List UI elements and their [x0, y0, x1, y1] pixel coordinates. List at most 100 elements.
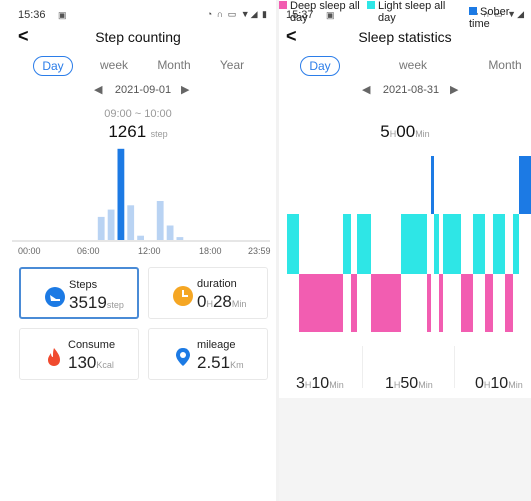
legend-light-sleep: Light sleep all day	[367, 0, 450, 24]
date-navigator: ◀ 2021-08-31 ▶	[279, 83, 531, 99]
sleep-segment-light-9	[434, 214, 439, 274]
duration-minutes-unit: Min	[231, 299, 247, 309]
light-minutes-unit: Min	[418, 380, 433, 390]
mileage-unit: Km	[230, 360, 244, 370]
consume-label: Consume	[68, 339, 116, 351]
sleep-segment-deep-10	[439, 274, 443, 332]
sleep-segment-light-6	[401, 214, 427, 274]
sleep-segment-deep-1	[299, 274, 343, 332]
total-sleep-hours: 5	[380, 122, 390, 141]
legend-sober: Sober time	[469, 6, 531, 30]
period-tabs: Day week Month	[279, 56, 531, 76]
steps-bar-chart[interactable]	[0, 140, 276, 252]
step-counting-screen: 15:36 ▣ ◔ ∩ ▭ ▼◢ ▮ < Step counting Day w…	[0, 0, 276, 501]
tab-year[interactable]: Year	[214, 56, 250, 76]
selected-steps-unit: step	[150, 129, 168, 139]
step-bar-hour-7[interactable]	[97, 216, 105, 240]
clock-icon	[173, 286, 193, 306]
mileage-value: 2.51Km	[197, 353, 244, 373]
page-title: Step counting	[95, 29, 181, 45]
sleep-segment-deep-12	[461, 274, 473, 332]
date-navigator: ◀ 2021-09-01 ▶	[0, 83, 276, 99]
mileage-label: mileage	[197, 339, 236, 351]
step-bar-hour-8[interactable]	[107, 209, 115, 240]
x-tick-1200: 12:00	[138, 246, 161, 256]
duration-value: 0H28Min	[197, 292, 246, 312]
x-tick-2359: 23:59	[248, 246, 271, 256]
tab-month[interactable]: Month	[154, 56, 194, 76]
consume-number: 130	[68, 353, 97, 372]
page-title: Sleep statistics	[358, 29, 452, 45]
sleep-segment-deep-14	[485, 274, 493, 332]
prev-date-icon[interactable]: ◀	[362, 83, 370, 96]
steps-value: 3519step	[69, 293, 124, 313]
selected-hour-steps: 1261 step	[0, 122, 276, 142]
total-sleep-minutes-unit: Min	[415, 129, 430, 139]
legend-light-label: Light sleep all day	[378, 0, 446, 24]
x-tick-0600: 06:00	[77, 246, 100, 256]
consume-value: 130Kcal	[68, 353, 114, 373]
deep-sleep-swatch	[279, 1, 287, 9]
sleep-segment-light-2	[343, 214, 351, 274]
x-tick-1800: 18:00	[199, 246, 222, 256]
step-bar-hour-9[interactable]	[117, 148, 125, 240]
consume-card[interactable]: Consume 130Kcal	[19, 328, 139, 380]
status-time: 15:36	[18, 9, 46, 21]
next-date-icon[interactable]: ▶	[181, 83, 189, 96]
total-sleep-minutes: 00	[396, 122, 416, 141]
next-date-icon[interactable]: ▶	[450, 83, 458, 96]
tab-month[interactable]: Month	[485, 56, 525, 76]
sleep-segment-light-11	[443, 214, 461, 274]
prev-date-icon[interactable]: ◀	[94, 83, 102, 96]
steps-card[interactable]: Steps 3519step	[19, 267, 139, 319]
current-date: 2021-09-01	[114, 84, 172, 96]
current-date: 2021-08-31	[382, 84, 440, 96]
legend-deep-label: Deep sleep all day	[290, 0, 360, 24]
light-hours: 1	[385, 375, 394, 392]
light-sleep-swatch	[367, 1, 375, 9]
duration-label: duration	[197, 278, 237, 290]
deep-sleep-duration: 3H10Min	[296, 375, 344, 393]
light-sleep-duration: 1H50Min	[385, 375, 433, 393]
sleep-segment-sober-8	[431, 156, 434, 214]
consume-unit: Kcal	[96, 360, 114, 370]
step-bar-hour-10[interactable]	[127, 205, 135, 240]
sleep-segment-deep-3	[351, 274, 357, 332]
tab-day[interactable]: Day	[300, 56, 340, 76]
sober-hours: 0	[475, 375, 484, 392]
x-tick-0000: 00:00	[18, 246, 41, 256]
duration-card[interactable]: duration 0H28Min	[148, 267, 268, 319]
tab-week[interactable]: week	[96, 56, 132, 76]
legend-separator	[362, 346, 363, 388]
tab-week[interactable]: week	[395, 56, 431, 76]
flame-icon	[48, 348, 60, 366]
steps-label: Steps	[69, 279, 98, 291]
deep-minutes: 10	[311, 375, 330, 392]
sober-minutes-unit: Min	[508, 380, 523, 390]
steps-unit: step	[106, 300, 124, 310]
total-sleep: 5H00Min	[279, 122, 531, 142]
tab-day[interactable]: Day	[33, 56, 73, 76]
step-bar-hour-13[interactable]	[156, 201, 164, 240]
step-bar-hour-15[interactable]	[176, 237, 184, 240]
sleep-segment-deep-5	[371, 274, 401, 332]
sleep-segment-deep-7	[427, 274, 431, 332]
shoe-icon	[45, 287, 65, 307]
sleep-segment-light-13	[473, 214, 485, 274]
status-icons: ◔ ∩ ▭ ▼◢ ▮	[206, 9, 268, 19]
mileage-card[interactable]: mileage 2.51Km	[148, 328, 268, 380]
sober-minutes: 10	[490, 375, 509, 392]
sleep-segment-light-0	[287, 214, 299, 274]
selected-time-range: 09:00 ~ 10:00	[104, 108, 172, 120]
step-bar-hour-11[interactable]	[137, 235, 144, 240]
sim-icon: ▣	[58, 10, 67, 20]
step-bar-hour-14[interactable]	[166, 225, 174, 241]
sleep-segment-light-4	[357, 214, 371, 274]
legend-deep-sleep: Deep sleep all day	[279, 0, 364, 24]
sleep-segment-sober-18	[519, 156, 531, 214]
period-tabs: Day week Month Year	[0, 56, 276, 76]
sleep-stage-chart[interactable]	[279, 152, 531, 332]
app-header: < Step counting	[0, 26, 276, 48]
duration-minutes: 28	[212, 292, 232, 311]
status-bar: 15:36 ▣ ◔ ∩ ▭ ▼◢ ▮	[18, 9, 268, 23]
